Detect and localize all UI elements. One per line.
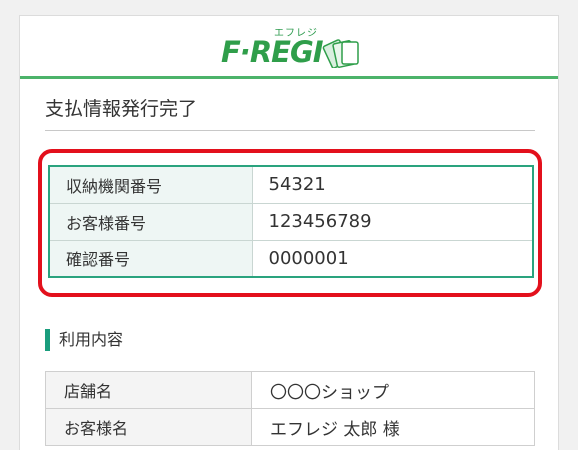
table-row: 収納機関番号 54321 <box>49 166 533 204</box>
row-label-customer-number: お客様番号 <box>49 203 253 241</box>
row-label-confirmation-number: 確認番号 <box>49 240 253 277</box>
table-row: お客様番号 123456789 <box>49 203 533 241</box>
table-row: 確認番号 0000001 <box>49 240 533 277</box>
row-value-collection-agency-number: 54321 <box>252 166 533 204</box>
table-row: 店舗名 〇〇〇ショップ <box>45 371 535 409</box>
row-value-customer-name: エフレジ 太郎 様 <box>251 408 535 446</box>
row-value-customer-number: 123456789 <box>252 203 533 241</box>
usage-section-heading: 利用内容 <box>45 329 123 351</box>
payment-info-table: 収納機関番号 54321 お客様番号 123456789 確認番号 000000… <box>48 165 534 278</box>
row-label-store-name: 店舗名 <box>45 371 252 409</box>
page-title: 支払情報発行完了 <box>45 96 535 131</box>
logo-wordmark: F·REGI <box>221 35 324 69</box>
header: エフレジ F·REGI <box>20 16 558 79</box>
row-value-store-name: 〇〇〇ショップ <box>251 371 535 409</box>
usage-table: 店舗名 〇〇〇ショップ お客様名 エフレジ 太郎 様 <box>45 371 535 446</box>
row-label-customer-name: お客様名 <box>45 408 252 446</box>
table-row: お客様名 エフレジ 太郎 様 <box>45 408 535 446</box>
row-label-collection-agency-number: 収納機関番号 <box>49 166 253 204</box>
main-card: エフレジ F·REGI 支払情報発行完了 収納機関番号 54321 お客様番号 … <box>19 15 559 450</box>
usage-heading-text: 利用内容 <box>59 330 124 349</box>
cards-icon <box>322 39 359 68</box>
row-value-confirmation-number: 0000001 <box>252 240 533 277</box>
fregi-logo: エフレジ F·REGI <box>221 24 361 72</box>
section-bar-marker <box>45 329 50 351</box>
